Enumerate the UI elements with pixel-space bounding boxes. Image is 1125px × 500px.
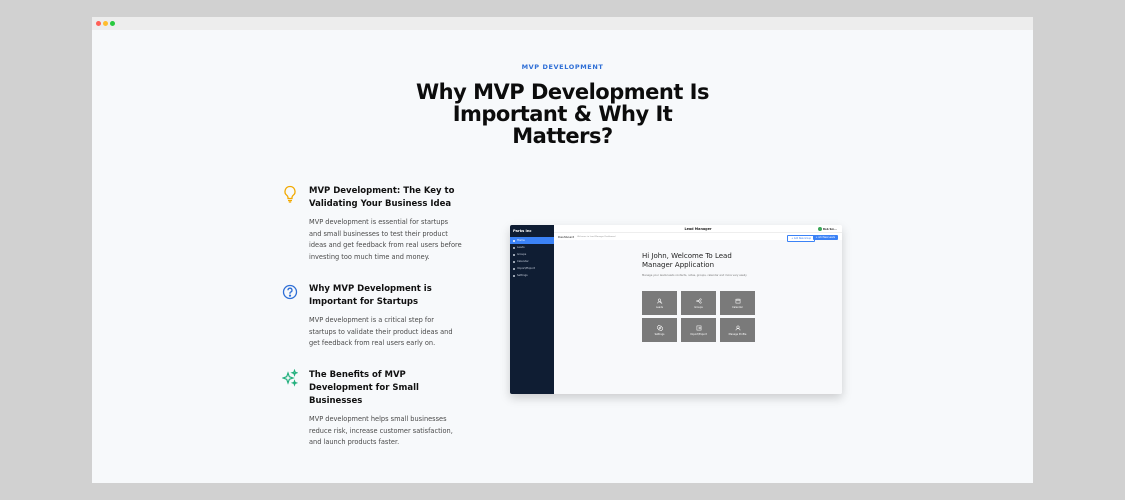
feature-body: MVP development is a critical step for s… [309, 316, 453, 347]
add-group-button[interactable]: + Add New Group [787, 234, 815, 242]
add-leads-button[interactable]: + Add New Leads [812, 234, 838, 240]
app-nav-item[interactable]: Home [510, 237, 554, 244]
app-nav-item[interactable]: Leads [510, 244, 554, 251]
app-nav-item[interactable]: Settings [510, 272, 554, 279]
app-user-menu[interactable]: Bob Sm... [817, 227, 837, 231]
user-icon [735, 325, 740, 330]
app-sidebar: Parks Inc Home Leads Groups Calendar Imp… [510, 225, 554, 394]
app-page-hint: Welcome to Lead Manager Dashboard [577, 235, 616, 238]
import-export-icon [696, 325, 701, 330]
app-welcome: Hi John, Welcome To Lead Manager Applica… [642, 252, 732, 269]
tile-calendar[interactable]: Calendar [720, 291, 755, 315]
user-search-icon [656, 298, 662, 304]
feature-title: The Benefits of MVP Development for Smal… [309, 370, 419, 406]
app-main: Lead Manager Bob Sm... Dashboard Welcome… [554, 225, 842, 394]
title-line-2: Important & Why It [452, 102, 673, 126]
feature-item: The Benefits of MVP Development for Smal… [281, 368, 462, 449]
gear-icon [656, 324, 663, 331]
maximize-dot[interactable] [110, 21, 115, 26]
app-page-label: Dashboard [558, 234, 575, 239]
app-nav-item[interactable]: Groups [510, 251, 554, 258]
app-topbar: Lead Manager Bob Sm... [554, 225, 842, 233]
tile-groups[interactable]: Groups [681, 291, 716, 315]
app-welcome-subtitle: Manage your leads leads contacts, notes,… [642, 274, 747, 277]
browser-window: MVP DEVELOPMENT Why MVP Development Is I… [92, 17, 1033, 483]
feature-title: MVP Development: The Key to Validating Y… [309, 186, 455, 209]
minimize-dot[interactable] [103, 21, 108, 26]
feature-body: MVP development is essential for startup… [309, 218, 462, 261]
title-line-1: Why MVP Development Is [416, 80, 709, 104]
feature-item: Why MVP Development is Important for Sta… [282, 283, 462, 350]
tile-settings[interactable]: Settings [642, 318, 677, 342]
avatar [817, 227, 822, 231]
tile-leads[interactable]: Leads [642, 291, 677, 315]
section-title: Why MVP Development Is Important & Why I… [92, 81, 1033, 147]
calendar-icon [735, 298, 740, 303]
title-line-3: Matters? [512, 124, 613, 148]
share-icon [695, 297, 702, 304]
feature-body: MVP development helps small businesses r… [309, 415, 453, 446]
app-brand: Parks Inc [513, 229, 532, 233]
feature-item: MVP Development: The Key to Validating Y… [282, 185, 462, 263]
app-screenshot: Parks Inc Home Leads Groups Calendar Imp… [510, 225, 842, 394]
tile-manage-profile[interactable]: Manage Profile [720, 318, 755, 342]
section-eyebrow: MVP DEVELOPMENT [521, 63, 604, 71]
close-dot[interactable] [96, 21, 101, 26]
lightbulb-icon [282, 185, 298, 203]
app-nav-item[interactable]: Import/Export [510, 265, 554, 272]
question-circle-icon [282, 283, 298, 301]
app-title: Lead Manager [684, 226, 712, 231]
app-nav-item[interactable]: Calendar [510, 258, 554, 265]
app-page-header: Dashboard Welcome to Lead Manager Dashbo… [554, 233, 842, 242]
browser-titlebar [92, 17, 1033, 30]
sparkles-icon [281, 368, 299, 387]
tile-import-export[interactable]: Import/Export [681, 318, 716, 342]
feature-title: Why MVP Development is Important for Sta… [309, 284, 432, 307]
